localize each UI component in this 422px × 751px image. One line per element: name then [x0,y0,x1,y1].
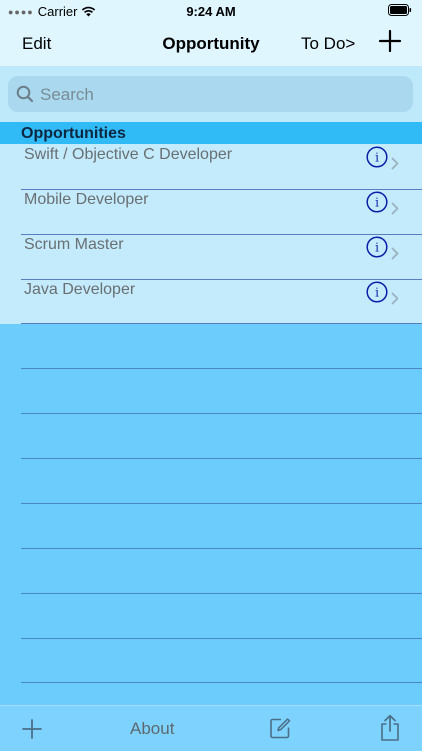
search-area [0,66,422,122]
list-item-label: Java Developer [24,281,136,298]
row-separator [21,368,422,369]
row-separator [21,413,422,414]
todo-button[interactable]: To Do> [301,34,355,54]
list-item[interactable]: Scrum Master i [0,234,422,279]
page-title: Opportunity [162,34,260,53]
svg-text:i: i [375,196,379,210]
about-button[interactable]: About [130,719,174,739]
row-separator [21,638,422,639]
battery-icon [388,4,412,16]
row-separator [21,548,422,549]
status-time: 9:24 AM [186,4,236,19]
list-item-label: Swift / Objective C Developer [24,146,233,163]
info-icon[interactable]: i [366,146,388,168]
row-separator [21,323,422,324]
row-separator [21,503,422,504]
status-bar: ●●●● Carrier 9:24 AM [0,0,422,22]
list-item-label: Scrum Master [24,236,124,253]
svg-text:i: i [375,241,379,255]
row-separator [21,458,422,459]
chevron-right-icon [391,247,399,260]
section-title: Opportunities [21,125,126,142]
info-icon[interactable]: i [366,191,388,213]
list-item-label: Mobile Developer [24,191,149,208]
row-separator [21,682,422,683]
opportunity-list: Swift / Objective C Developer i Mobile D… [0,144,422,324]
navigation-bar: Edit Opportunity To Do> [0,22,422,66]
search-bar[interactable] [8,76,413,114]
section-header: Opportunities [0,122,422,144]
info-icon[interactable]: i [366,281,388,303]
share-icon[interactable] [378,714,402,742]
chevron-right-icon [391,202,399,215]
plus-icon[interactable] [21,718,43,740]
list-item[interactable]: Java Developer i [0,279,422,324]
svg-text:i: i [375,151,379,165]
bottom-toolbar: About [0,705,422,751]
info-icon[interactable]: i [366,236,388,258]
list-item[interactable]: Swift / Objective C Developer i [0,144,422,189]
svg-text:i: i [375,286,379,300]
edit-button[interactable]: Edit [22,34,51,54]
plus-icon[interactable] [377,28,403,54]
chevron-right-icon [391,292,399,305]
list-item[interactable]: Mobile Developer i [0,189,422,234]
row-separator [21,593,422,594]
chevron-right-icon [391,157,399,170]
compose-icon[interactable] [268,716,292,740]
search-icon [16,85,34,103]
search-input[interactable] [38,76,402,114]
